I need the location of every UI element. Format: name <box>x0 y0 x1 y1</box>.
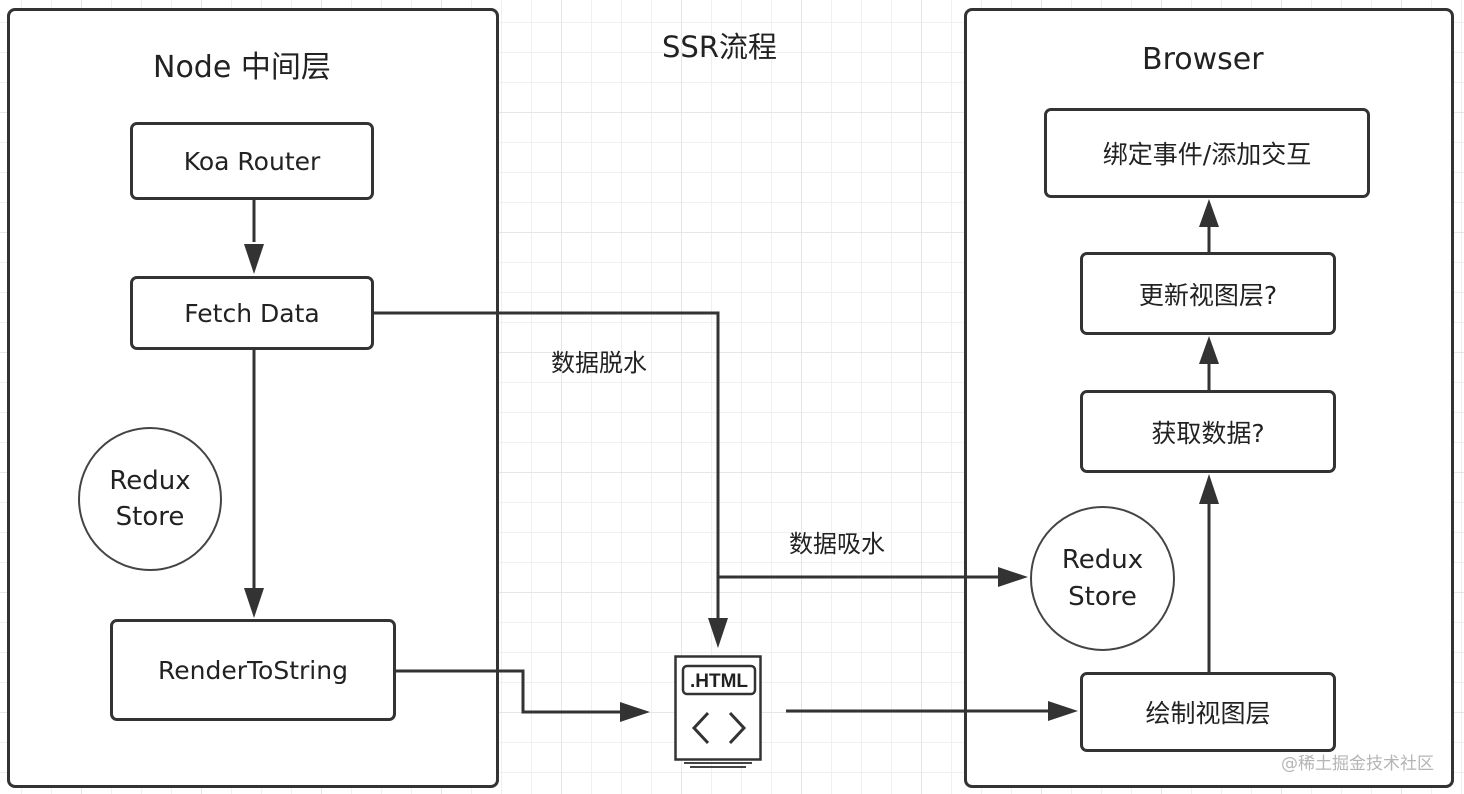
arrowhead-update-to-bind <box>1199 199 1219 227</box>
html-file-label: .HTML <box>690 671 748 692</box>
html-file-graphic: .HTML <box>674 655 762 768</box>
arrowhead-render-to-html <box>620 702 650 722</box>
html-file-icon[interactable]: .HTML <box>674 655 764 770</box>
arrowhead-koa-to-fetch <box>244 244 264 274</box>
arrowhead-fetch-to-render <box>244 588 264 618</box>
edge-render-to-html <box>396 669 622 714</box>
watermark: @稀土掘金技术社区 <box>1281 754 1434 774</box>
arrowhead-draw-to-fetch <box>1199 474 1219 504</box>
arrowhead-dehydrate <box>708 618 728 648</box>
edge-dehydrate <box>374 311 720 620</box>
arrowhead-hydrate <box>998 567 1028 587</box>
arrowhead-html-to-draw <box>1048 701 1078 721</box>
arrowhead-fetch-to-update <box>1199 336 1219 364</box>
